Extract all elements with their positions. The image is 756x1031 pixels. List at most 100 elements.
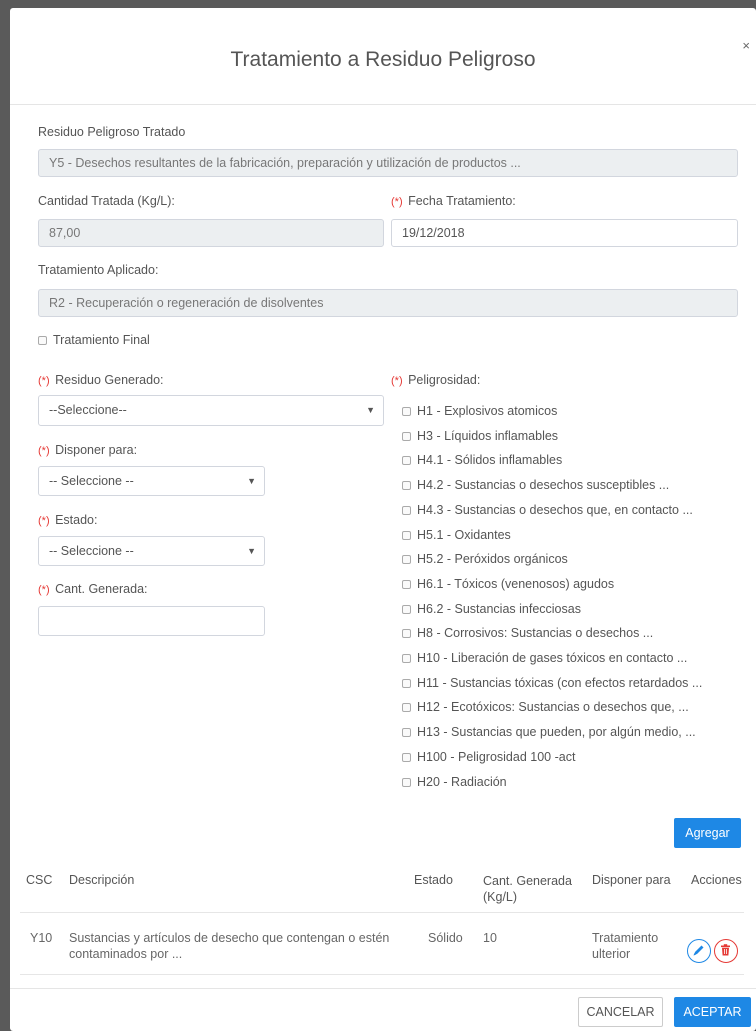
checkbox-icon[interactable] [38,336,47,346]
caret-down-icon: ▼ [247,546,256,556]
peligrosidad-option[interactable]: H10 - Liberación de gases tóxicos en con… [402,651,687,665]
caret-down-icon: ▼ [247,476,256,486]
disponer-para-label: (*) Disponer para: [38,443,137,457]
fecha-tratamiento-input[interactable]: 19/12/2018 [391,219,738,247]
agregar-button[interactable]: Agregar [674,818,741,848]
checkbox-icon[interactable] [402,778,411,788]
checkbox-icon[interactable] [402,481,411,491]
cantidad-tratada-field: 87,00 [38,219,384,247]
col-header-estado: Estado [414,873,453,887]
peligrosidad-option[interactable]: H5.2 - Peróxidos orgánicos [402,552,568,566]
col-header-cant-line2: (Kg/L) [483,890,518,904]
peligrosidad-option-label: H12 - Ecotóxicos: Sustancias o desechos … [417,700,689,714]
peligrosidad-option[interactable]: H100 - Peligrosidad 100 -act [402,750,575,764]
fecha-tratamiento-label-text: Fecha Tratamiento: [408,194,516,208]
checkbox-icon[interactable] [402,456,411,466]
residuo-generado-select[interactable]: --Seleccione-- ▼ [38,395,384,426]
peligrosidad-option[interactable]: H3 - Líquidos inflamables [402,429,558,443]
cell-descripcion-line1: Sustancias y artículos de desecho que co… [69,931,390,945]
delete-button[interactable] [714,939,738,963]
cant-generada-input[interactable] [38,606,265,636]
peligrosidad-option[interactable]: H12 - Ecotóxicos: Sustancias o desechos … [402,700,689,714]
peligrosidad-option-label: H6.2 - Sustancias infecciosas [417,602,581,616]
peligrosidad-option-label: H100 - Peligrosidad 100 -act [417,750,576,764]
edit-button[interactable] [687,939,711,963]
checkbox-icon[interactable] [402,432,411,442]
checkbox-icon[interactable] [402,703,411,713]
col-header-cant-line1: Cant. Generada [483,874,572,888]
estado-value: -- Seleccione -- [49,544,134,558]
cell-disponer-line1: Tratamiento [592,931,659,945]
modal-header: Tratamiento a Residuo Peligroso × [10,8,756,105]
peligrosidad-option[interactable]: H1 - Explosivos atomicos [402,404,557,418]
checkbox-icon[interactable] [402,679,411,689]
tratamiento-final-label: Tratamiento Final [53,333,150,347]
peligrosidad-label: (*) Peligrosidad: [391,373,480,387]
trash-icon [721,944,730,956]
modal-dialog: Tratamiento a Residuo Peligroso × Residu… [10,8,756,1031]
checkbox-icon[interactable] [402,654,411,664]
required-mark: (*) [38,584,50,596]
fecha-tratamiento-label: (*) Fecha Tratamiento: [391,194,516,208]
aceptar-button[interactable]: ACEPTAR [674,997,751,1027]
checkbox-icon[interactable] [402,531,411,541]
tratamiento-aplicado-label: Tratamiento Aplicado: [38,263,159,277]
required-mark: (*) [38,515,50,527]
checkbox-icon[interactable] [402,753,411,763]
required-mark: (*) [38,445,50,457]
cant-generada-label: (*) Cant. Generada: [38,582,148,596]
close-icon[interactable]: × [742,38,750,53]
peligrosidad-option[interactable]: H4.3 - Sustancias o desechos que, en con… [402,503,693,517]
checkbox-icon[interactable] [402,506,411,516]
checkbox-icon[interactable] [402,629,411,639]
peligrosidad-option-label: H10 - Liberación de gases tóxicos en con… [417,651,688,665]
col-header-disponer: Disponer para [592,873,671,887]
checkbox-icon[interactable] [402,407,411,417]
disponer-para-label-text: Disponer para: [55,443,138,457]
checkbox-icon[interactable] [402,555,411,565]
peligrosidad-option-label: H1 - Explosivos atomicos [417,404,558,418]
estado-select[interactable]: -- Seleccione -- ▼ [38,536,265,566]
checkbox-icon[interactable] [402,605,411,615]
table-row-divider [20,974,744,975]
peligrosidad-option[interactable]: H8 - Corrosivos: Sustancias o desechos .… [402,626,653,640]
cancelar-button[interactable]: CANCELAR [578,997,663,1027]
cell-estado: Sólido [428,931,463,945]
peligrosidad-option-label: H20 - Radiación [417,775,507,789]
peligrosidad-label-text: Peligrosidad: [408,373,481,387]
cell-descripcion-line2: contaminados por ... [69,947,183,961]
peligrosidad-option[interactable]: H4.1 - Sólidos inflamables [402,453,562,467]
table-header-divider [20,912,744,913]
cell-cant: 10 [483,931,497,945]
residuo-generado-label-text: Residuo Generado: [55,373,164,387]
peligrosidad-option-label: H4.3 - Sustancias o desechos que, en con… [417,503,693,517]
disponer-para-select[interactable]: -- Seleccione -- ▼ [38,466,265,496]
cell-descripcion: Sustancias y artículos de desecho que co… [69,930,389,962]
col-header-cant-generada: Cant. Generada (Kg/L) [483,873,572,905]
tratamiento-final-checkbox[interactable]: Tratamiento Final [38,333,150,347]
residuo-tratado-label: Residuo Peligroso Tratado [38,125,186,139]
residuo-generado-value: --Seleccione-- [49,403,127,417]
cell-disponer-line2: ulterior [592,947,631,961]
peligrosidad-option[interactable]: H5.1 - Oxidantes [402,528,511,542]
peligrosidad-option-label: H11 - Sustancias tóxicas (con efectos re… [417,676,703,690]
checkbox-icon[interactable] [402,580,411,590]
checkbox-icon[interactable] [402,728,411,738]
peligrosidad-option-label: H4.2 - Sustancias o desechos susceptible… [417,478,670,492]
peligrosidad-option-label: H3 - Líquidos inflamables [417,429,559,443]
peligrosidad-option[interactable]: H4.2 - Sustancias o desechos susceptible… [402,478,669,492]
disponer-para-value: -- Seleccione -- [49,474,134,488]
peligrosidad-option[interactable]: H11 - Sustancias tóxicas (con efectos re… [402,676,702,690]
peligrosidad-option-label: H5.2 - Peróxidos orgánicos [417,552,568,566]
peligrosidad-option[interactable]: H20 - Radiación [402,775,507,789]
cantidad-tratada-label: Cantidad Tratada (Kg/L): [38,194,175,208]
estado-label: (*) Estado: [38,513,97,527]
peligrosidad-option-label: H13 - Sustancias que pueden, por algún m… [417,725,696,739]
residuo-generado-label: (*) Residuo Generado: [38,373,164,387]
peligrosidad-option[interactable]: H6.2 - Sustancias infecciosas [402,602,581,616]
peligrosidad-option[interactable]: H13 - Sustancias que pueden, por algún m… [402,725,696,739]
col-header-acciones: Acciones [691,873,742,887]
col-header-csc: CSC [26,873,53,887]
required-mark: (*) [391,196,403,208]
peligrosidad-option[interactable]: H6.1 - Tóxicos (venenosos) agudos [402,577,614,591]
